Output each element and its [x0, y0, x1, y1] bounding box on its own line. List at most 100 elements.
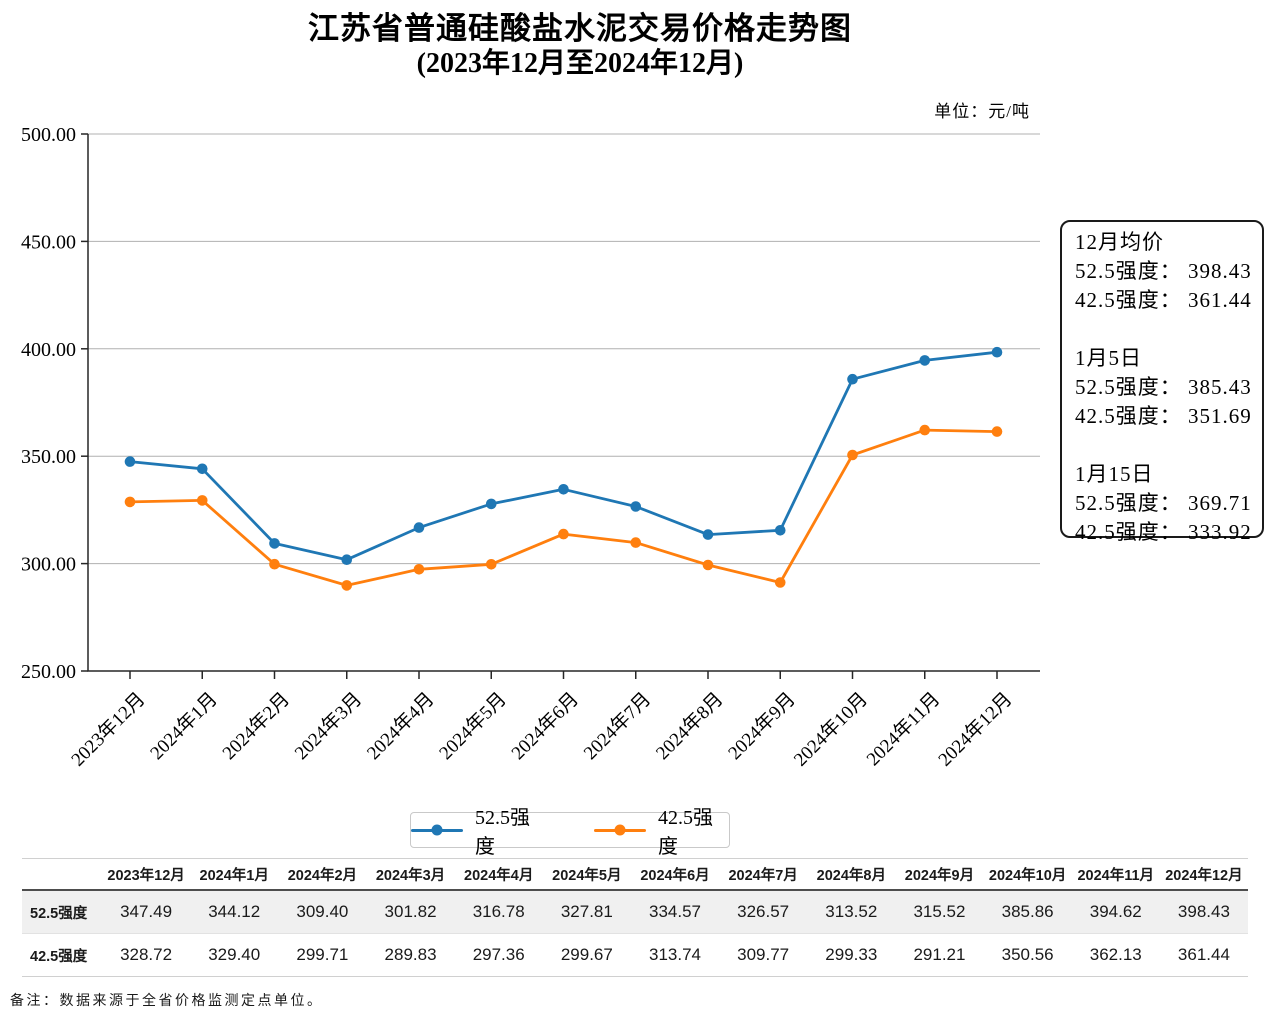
- table-value-cell: 299.67: [543, 934, 631, 976]
- table-column-header: 2024年11月: [1072, 859, 1160, 889]
- annotation-line: 42.5强度： 333.92: [1075, 518, 1254, 547]
- data-point: [703, 529, 714, 540]
- table-column-header: 2024年10月: [984, 859, 1072, 889]
- annotation-group-1: 1月5日52.5强度： 385.4342.5强度： 351.69: [1075, 344, 1254, 431]
- data-point: [992, 347, 1003, 358]
- x-axis-label: 2024年1月: [146, 688, 222, 764]
- data-point: [558, 529, 569, 540]
- data-table: 2023年12月2024年1月2024年2月2024年3月2024年4月2024…: [22, 858, 1248, 977]
- legend-label: 42.5强度: [658, 801, 729, 859]
- table-value-cell: 315.52: [895, 891, 983, 933]
- legend-dot-icon: [615, 825, 626, 836]
- table-row: 52.5强度347.49344.12309.40301.82316.78327.…: [22, 891, 1248, 933]
- y-axis-label: 400.00: [21, 339, 76, 361]
- data-point: [703, 560, 714, 571]
- table-row-label: 52.5强度: [22, 891, 102, 933]
- x-axis-label: 2024年10月: [789, 688, 872, 771]
- data-point: [125, 456, 136, 467]
- data-point: [919, 425, 930, 436]
- data-point: [341, 554, 352, 565]
- table-value-cell: 361.44: [1160, 934, 1248, 976]
- data-point: [775, 577, 786, 588]
- table-column-header: 2024年9月: [895, 859, 983, 889]
- y-axis-label: 500.00: [21, 124, 76, 146]
- legend-label: 52.5强度: [475, 801, 546, 859]
- data-point: [414, 522, 425, 533]
- data-point: [486, 559, 497, 570]
- table-column-header: 2024年12月: [1160, 859, 1248, 889]
- annotation-box: 12月均价52.5强度： 398.4342.5强度： 361.441月5日52.…: [1060, 220, 1264, 538]
- chart-legend: 52.5强度42.5强度: [410, 812, 730, 848]
- table-value-cell: 309.40: [278, 891, 366, 933]
- data-point: [414, 564, 425, 575]
- table-value-cell: 316.78: [455, 891, 543, 933]
- annotation-heading: 1月15日: [1075, 460, 1254, 489]
- table-value-cell: 329.40: [190, 934, 278, 976]
- table-column-header: 2024年5月: [543, 859, 631, 889]
- data-point: [197, 495, 208, 506]
- y-axis-label: 250.00: [21, 661, 76, 683]
- x-axis-label: 2024年8月: [652, 688, 728, 764]
- legend-item: 42.5强度: [594, 801, 729, 859]
- data-point: [341, 580, 352, 591]
- cement-price-report: 江苏省普通硅酸盐水泥交易价格走势图 (2023年12月至2024年12月) 单位…: [0, 0, 1269, 1027]
- table-value-cell: 394.62: [1072, 891, 1160, 933]
- annotation-line: 52.5强度： 398.43: [1075, 257, 1254, 286]
- table-value-cell: 385.86: [984, 891, 1072, 933]
- annotation-line: 52.5强度： 369.71: [1075, 489, 1254, 518]
- annotation-heading: 1月5日: [1075, 344, 1254, 373]
- x-axis-label: 2024年9月: [724, 688, 800, 764]
- annotation-heading: 12月均价: [1075, 228, 1254, 257]
- table-value-cell: 313.52: [807, 891, 895, 933]
- table-header-row: 2023年12月2024年1月2024年2月2024年3月2024年4月2024…: [22, 859, 1248, 891]
- table-column-header: 2023年12月: [102, 859, 190, 889]
- data-point: [558, 484, 569, 495]
- footnote: 备注：数据来源于全省价格监测定点单位。: [10, 990, 324, 1010]
- x-axis-label: 2024年5月: [435, 688, 511, 764]
- data-point: [919, 355, 930, 366]
- y-axis-label: 350.00: [21, 446, 76, 468]
- y-axis-label: 300.00: [21, 554, 76, 576]
- data-point: [125, 497, 136, 508]
- data-point: [847, 374, 858, 385]
- data-point: [630, 537, 641, 548]
- table-value-cell: 299.71: [278, 934, 366, 976]
- table-value-cell: 344.12: [190, 891, 278, 933]
- legend-line-marker-icon: [594, 829, 646, 832]
- table-value-cell: 362.13: [1072, 934, 1160, 976]
- table-value-cell: 327.81: [543, 891, 631, 933]
- table-value-cell: 328.72: [102, 934, 190, 976]
- annotation-line: 42.5强度： 361.44: [1075, 286, 1254, 315]
- x-axis-label: 2024年2月: [218, 688, 294, 764]
- table-column-header: 2024年7月: [719, 859, 807, 889]
- table-corner-cell: [22, 859, 102, 889]
- table-value-cell: 291.21: [895, 934, 983, 976]
- x-axis-label: 2024年7月: [579, 688, 655, 764]
- table-column-header: 2024年8月: [807, 859, 895, 889]
- series-line-1: [130, 430, 997, 585]
- axis-lines: [88, 134, 1040, 671]
- table-row-label: 42.5强度: [22, 934, 102, 976]
- data-point: [197, 464, 208, 475]
- legend-dot-icon: [432, 825, 443, 836]
- table-column-header: 2024年6月: [631, 859, 719, 889]
- table-value-cell: 326.57: [719, 891, 807, 933]
- table-value-cell: 347.49: [102, 891, 190, 933]
- data-point: [847, 450, 858, 461]
- data-point: [486, 499, 497, 510]
- annotation-group-0: 12月均价52.5强度： 398.4342.5强度： 361.44: [1075, 228, 1254, 315]
- x-axis-label: 2024年11月: [862, 688, 944, 770]
- y-axis-label: 450.00: [21, 231, 76, 253]
- table-value-cell: 299.33: [807, 934, 895, 976]
- table-value-cell: 297.36: [455, 934, 543, 976]
- table-column-header: 2024年3月: [366, 859, 454, 889]
- data-point: [630, 501, 641, 512]
- table-value-cell: 309.77: [719, 934, 807, 976]
- table-column-header: 2024年1月: [190, 859, 278, 889]
- data-point: [775, 525, 786, 536]
- x-axis-label: 2024年4月: [363, 688, 439, 764]
- x-axis-label: 2024年3月: [290, 688, 366, 764]
- table-column-header: 2024年2月: [278, 859, 366, 889]
- annotation-line: 42.5强度： 351.69: [1075, 402, 1254, 431]
- table-value-cell: 301.82: [366, 891, 454, 933]
